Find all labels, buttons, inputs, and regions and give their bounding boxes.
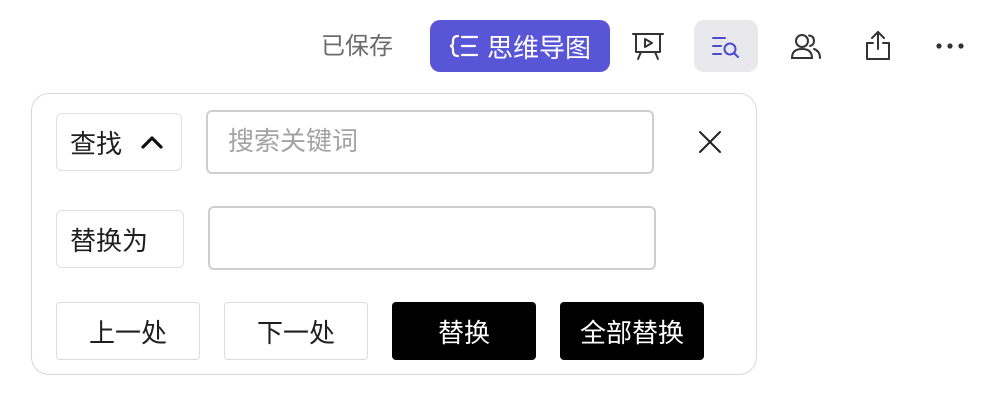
replace-input[interactable] [208, 206, 656, 270]
present-icon [632, 33, 664, 60]
close-icon [699, 131, 721, 153]
chevron-up-icon [141, 136, 163, 149]
replace-with-text: 替换为 [70, 226, 149, 257]
replace-with-label: 替换为 [56, 210, 184, 268]
share-icon [866, 31, 890, 60]
editor-page: 已保存 思维导图 查找 搜索关键词 替换为 上一处 下一处 替换 全部替换 [0, 0, 986, 412]
replace-all-label: 全部替换 [579, 318, 684, 349]
close-button[interactable] [692, 124, 728, 160]
next-match-button[interactable]: 下一处 [224, 302, 368, 360]
find-replace-panel: 查找 替换为 上一处 下一处 替换 全部替换 [31, 93, 757, 375]
next-match-label: 下一处 [256, 318, 335, 349]
mindmap-icon [449, 34, 479, 58]
share-button[interactable] [846, 20, 910, 72]
find-replace-button[interactable] [694, 20, 758, 72]
mindmap-label: 思维导图 [486, 33, 591, 64]
mindmap-button[interactable]: 思维导图 [430, 20, 610, 72]
collaborators-icon [790, 34, 821, 59]
find-mode-label: 查找 [70, 129, 123, 160]
previous-match-button[interactable]: 上一处 [56, 302, 200, 360]
present-button[interactable] [616, 20, 680, 72]
more-icon [936, 43, 964, 49]
search-input[interactable] [206, 110, 654, 174]
collaborators-button[interactable] [774, 20, 838, 72]
find-mode-toggle[interactable]: 查找 [56, 113, 182, 171]
replace-all-button[interactable]: 全部替换 [560, 302, 704, 360]
replace-button[interactable]: 替换 [392, 302, 536, 360]
saved-status: 已保存 [321, 32, 393, 60]
previous-match-label: 上一处 [88, 318, 167, 349]
more-button[interactable] [918, 20, 982, 72]
find-replace-icon [712, 37, 739, 58]
replace-label: 替换 [437, 318, 490, 349]
